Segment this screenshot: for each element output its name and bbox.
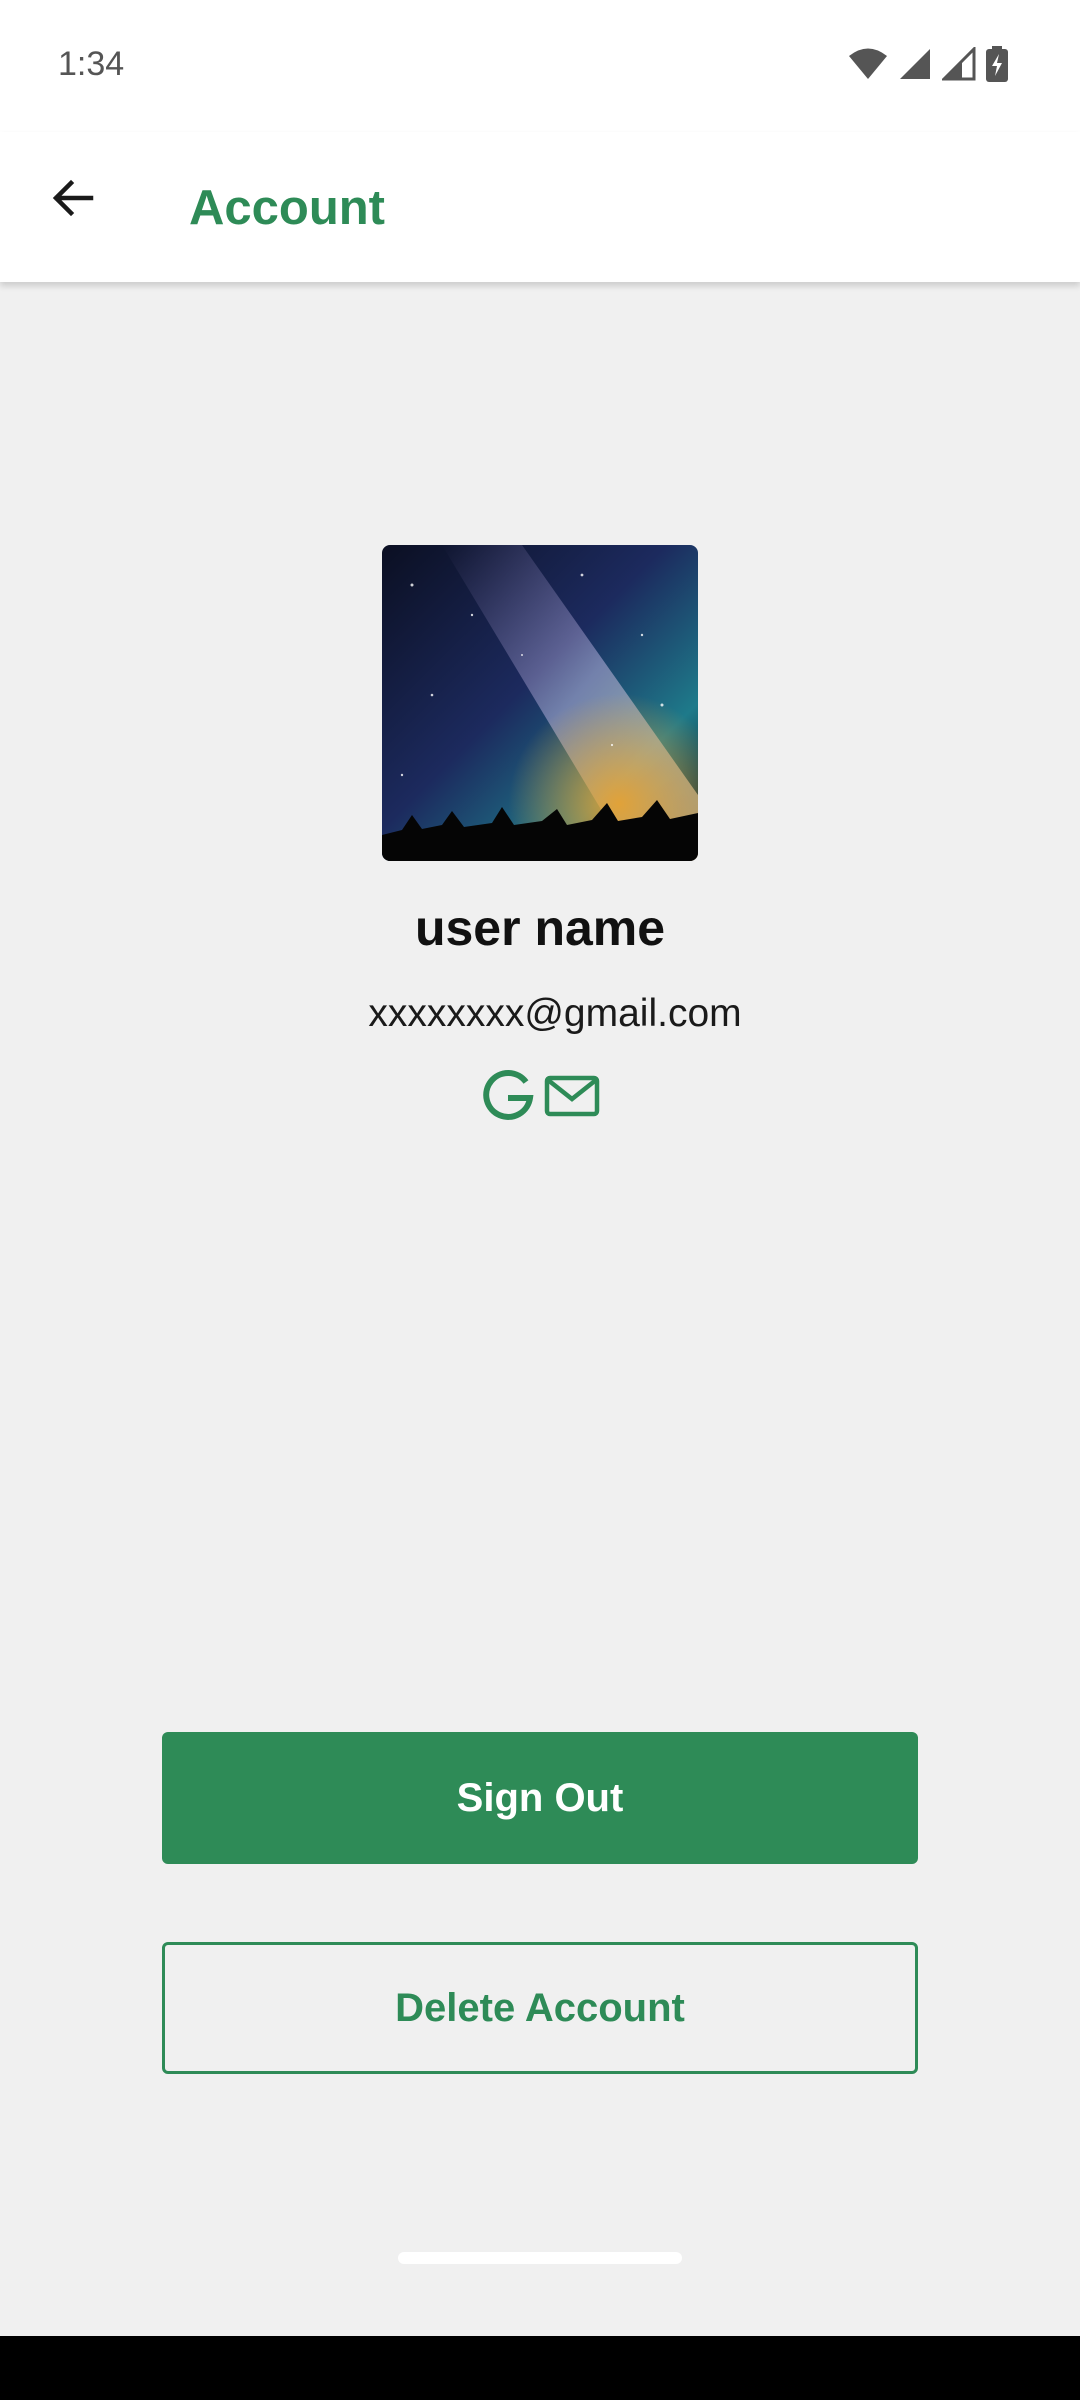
user-name: user name: [414, 900, 666, 956]
back-button[interactable]: [38, 165, 108, 235]
avatar: [382, 545, 698, 861]
app-bar: Account: [0, 132, 1080, 282]
email-icon: [544, 1068, 600, 1129]
home-indicator[interactable]: [398, 2252, 682, 2264]
page-title: Account: [189, 181, 385, 235]
battery-charging-icon: [986, 46, 1008, 87]
sign-out-button[interactable]: Sign Out: [162, 1732, 918, 1864]
status-icons: [848, 45, 1008, 87]
user-email: xxxxxxxx@gmail.com: [368, 992, 742, 1035]
google-icon: [480, 1068, 536, 1129]
status-time: 1:34: [58, 45, 125, 83]
delete-account-button[interactable]: Delete Account: [162, 1942, 918, 2074]
signal-icon: [940, 45, 976, 86]
wifi-icon: [848, 47, 888, 86]
sign-in-providers: [0, 1068, 1080, 1129]
status-bar: 1:34: [0, 0, 1080, 132]
signal-icon: [898, 47, 932, 86]
arrow-left-icon: [49, 174, 97, 227]
navigation-bar: [0, 2336, 1080, 2400]
